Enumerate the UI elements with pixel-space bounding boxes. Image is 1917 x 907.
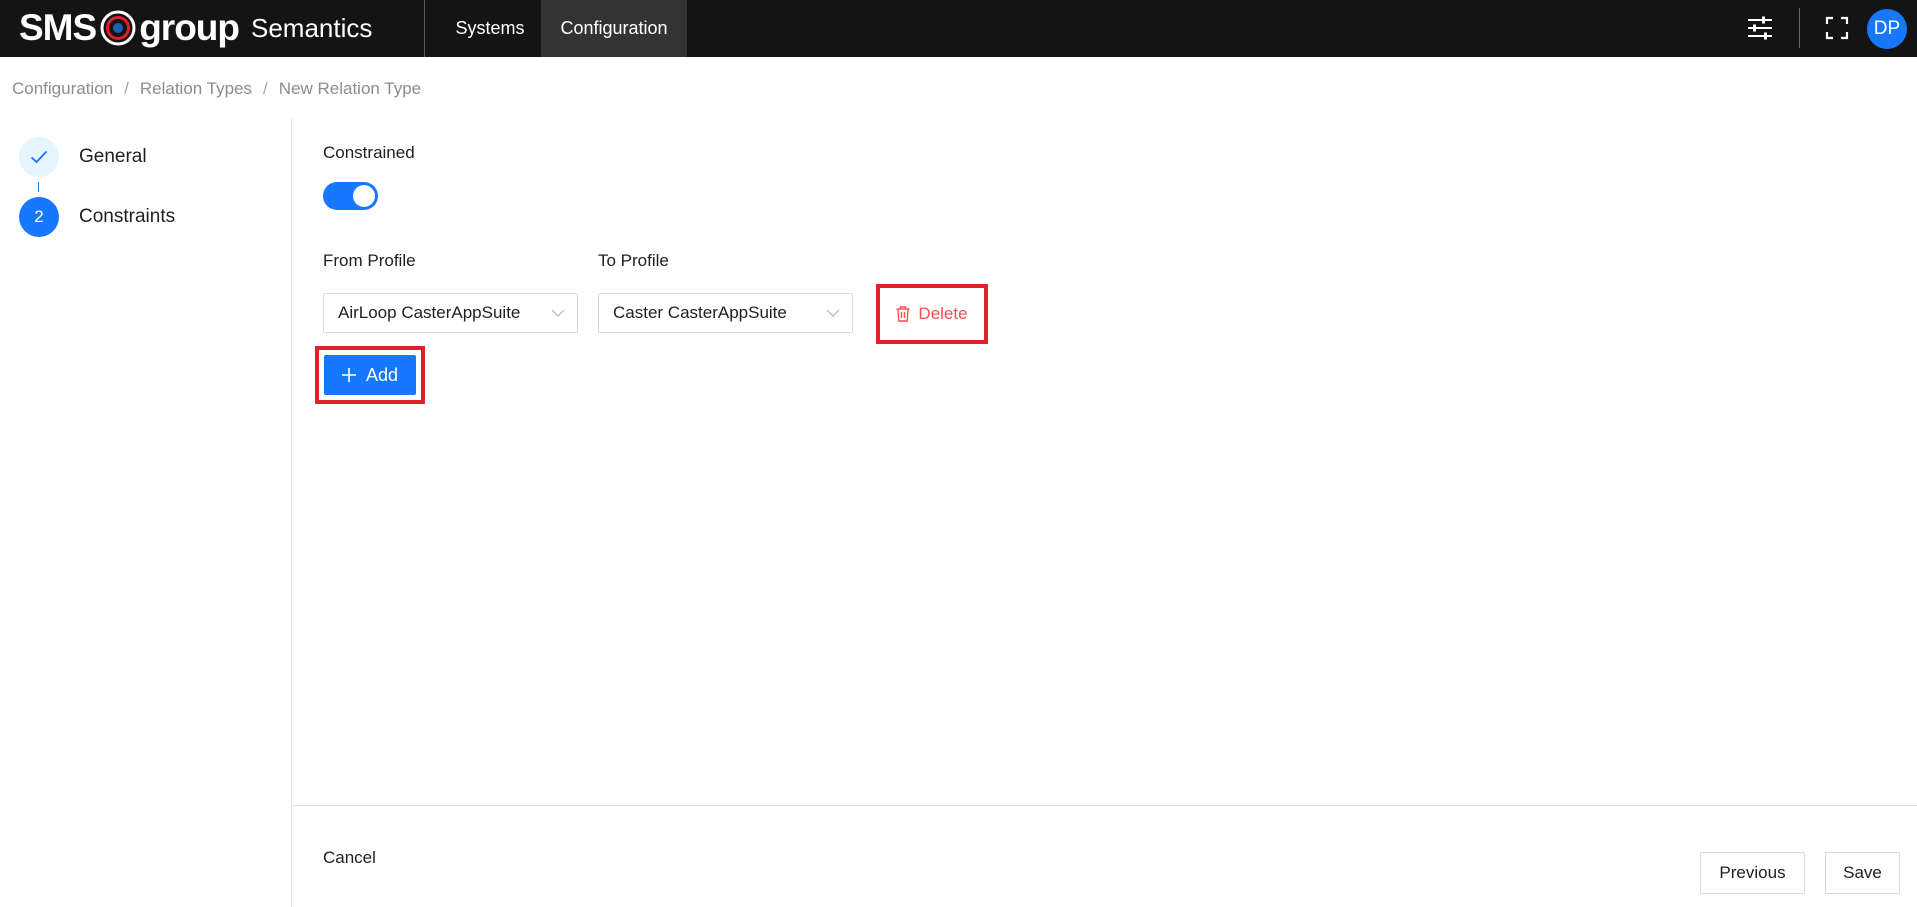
header-divider-right	[1799, 8, 1800, 48]
constraints-form: Constrained From Profile To Profile AirL…	[293, 118, 1917, 805]
chevron-down-icon	[551, 309, 565, 317]
form-footer: Cancel Previous Save	[293, 805, 1917, 907]
delete-label: Delete	[918, 304, 968, 323]
delete-button[interactable]: Delete	[885, 294, 979, 334]
step-constraints[interactable]: 2 Constraints	[19, 197, 175, 237]
step-number: 2	[19, 197, 59, 237]
chevron-down-icon	[826, 309, 840, 317]
top-bar: SMS group Semantics Systems Configuratio…	[0, 0, 1917, 57]
brand-logo[interactable]: SMS group Semantics	[19, 8, 372, 48]
breadcrumb-current: New Relation Type	[278, 79, 422, 98]
brand-mark-icon	[100, 10, 136, 46]
fullscreen-button[interactable]	[1822, 13, 1852, 43]
product-name: Semantics	[251, 13, 373, 43]
plus-icon	[341, 368, 356, 382]
step-general[interactable]: General	[19, 137, 147, 177]
step-done-circle	[19, 137, 59, 177]
nav-configuration[interactable]: Configuration	[541, 0, 687, 57]
breadcrumb-separator: /	[263, 79, 268, 98]
brand-group: group	[139, 7, 240, 48]
check-icon	[30, 150, 48, 164]
save-button[interactable]: Save	[1825, 852, 1900, 894]
from-profile-select[interactable]: AirLoop CasterAppSuite	[323, 293, 578, 333]
breadcrumb-separator: /	[124, 79, 129, 98]
settings-button[interactable]	[1745, 13, 1775, 43]
steps-panel: General 2 Constraints	[0, 118, 292, 907]
breadcrumb-configuration[interactable]: Configuration	[12, 79, 113, 99]
constrained-toggle[interactable]	[323, 182, 378, 210]
from-profile-label: From Profile	[323, 251, 416, 270]
add-label: Add	[365, 364, 399, 385]
add-button[interactable]: Add	[324, 355, 416, 395]
toggle-knob	[353, 185, 375, 207]
brand-sms: SMS	[19, 7, 97, 48]
step-connector	[38, 182, 39, 192]
breadcrumb: Configuration / Relation Types / New Rel…	[12, 78, 421, 100]
step-general-label: General	[79, 146, 147, 167]
trash-icon	[896, 306, 910, 322]
to-profile-select[interactable]: Caster CasterAppSuite	[598, 293, 853, 333]
to-profile-label: To Profile	[598, 251, 669, 270]
step-constraints-label: Constraints	[79, 206, 176, 227]
constrained-label: Constrained	[323, 143, 415, 162]
to-profile-value: Caster CasterAppSuite	[613, 303, 787, 322]
nav-systems[interactable]: Systems	[440, 0, 540, 57]
sliders-icon	[1748, 16, 1772, 40]
previous-button[interactable]: Previous	[1700, 852, 1805, 894]
from-profile-value: AirLoop CasterAppSuite	[338, 303, 521, 322]
cancel-button[interactable]: Cancel	[323, 848, 376, 868]
user-avatar[interactable]: DP	[1867, 9, 1907, 49]
breadcrumb-relation-types[interactable]: Relation Types	[140, 79, 252, 99]
fullscreen-icon	[1825, 16, 1849, 40]
header-divider	[424, 0, 425, 57]
